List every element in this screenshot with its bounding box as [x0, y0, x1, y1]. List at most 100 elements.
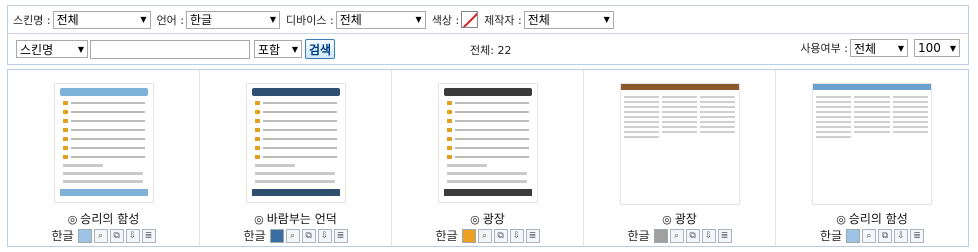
chevron-down-icon: ▼ — [415, 15, 422, 24]
author-label: 제작자 : — [484, 13, 522, 27]
magnifier-icon[interactable]: ⌕ — [862, 228, 877, 243]
filter-row: 스킨명 : 전체 ▼ 언어 : 한글 ▼ 디바이스 : 전체 ▼ 색상 : 제작… — [8, 6, 968, 34]
skin-name-label: 스킨명 : — [13, 13, 51, 27]
skin-language: 한글 — [51, 229, 74, 243]
magnifier-icon[interactable]: ⌕ — [669, 228, 684, 243]
magnifier-icon[interactable]: ⌕ — [285, 228, 300, 243]
download-icon[interactable]: ⇩ — [317, 228, 332, 243]
skin-name-row: ◎ 승리의 함성 — [776, 210, 968, 227]
skin-thumbnail[interactable] — [619, 83, 740, 205]
search-row: 스킨명 ▼ 포함 ▼ 검색 전체: 22 사용여부 : 전체 ▼ 100 ▼ — [8, 35, 968, 63]
color-label: 색상 : — [431, 13, 460, 27]
document-icon[interactable]: ≣ — [717, 228, 732, 243]
search-input[interactable] — [90, 39, 250, 59]
magnifier-icon[interactable]: ⌕ — [93, 228, 108, 243]
color-swatch — [269, 228, 284, 243]
skin-language: 한글 — [243, 229, 266, 243]
document-icon[interactable]: ≣ — [333, 228, 348, 243]
copy-icon[interactable]: ⧉ — [301, 228, 316, 243]
skin-thumbnail[interactable] — [812, 83, 932, 205]
total-count: 전체: 22 — [470, 44, 512, 57]
color-picker-button[interactable] — [461, 11, 479, 28]
copy-icon[interactable]: ⧉ — [878, 228, 893, 243]
skin-language: 한글 — [627, 229, 650, 243]
author-select[interactable]: 전체 ▼ — [523, 10, 614, 29]
chevron-down-icon: ▼ — [77, 44, 84, 54]
skin-controls: 한글 ⌕ ⧉ ⇩ ≣ — [776, 227, 968, 244]
search-field-select[interactable]: 스킨명 ▼ — [16, 40, 88, 58]
color-swatch — [461, 228, 476, 243]
search-field-select-value: 스킨명 — [20, 42, 54, 57]
usage-controls: 사용여부 : 전체 ▼ 100 ▼ — [800, 39, 960, 57]
skin-name: 광장 — [482, 212, 505, 226]
chevron-down-icon: ▼ — [949, 43, 956, 53]
download-icon[interactable]: ⇩ — [509, 228, 524, 243]
skin-card: ◎ 승리의 함성한글 ⌕ ⧉ ⇩ ≣ — [8, 70, 200, 246]
skin-name-row: ◎ 승리의 함성 — [8, 210, 199, 227]
skin-gallery: ◎ 승리의 함성 한글 ⌕ ⧉ ⇩ ≣ ◎ 바람부는 언덕 한글 ⌕ ⧉ ⇩ ≣ ◎ 광장 한글 ⌕ ⧉ ⇩ ≣ ◎ 광장 한… — [7, 69, 969, 247]
skin-name-select-value: 전체 — [56, 13, 79, 27]
chevron-down-icon: ▼ — [140, 15, 147, 24]
skin-controls: 한글 ⌕ ⧉ ⇩ ≣ — [392, 227, 583, 244]
skin-card: ◎ 광장한글 ⌕ ⧉ ⇩ ≣ — [392, 70, 584, 246]
skin-name-row: ◎ 바람부는 언덕 — [200, 210, 391, 227]
skin-card: ◎ 광장한글 ⌕ ⧉ ⇩ ≣ — [584, 70, 776, 246]
skin-thumbnail[interactable] — [53, 83, 154, 203]
document-icon[interactable]: ≣ — [141, 228, 156, 243]
language-label: 언어 : — [156, 13, 185, 27]
magnifier-icon[interactable]: ⌕ — [477, 228, 492, 243]
skin-controls: 한글 ⌕ ⧉ ⇩ ≣ — [584, 227, 775, 244]
match-mode-select[interactable]: 포함 ▼ — [254, 40, 302, 58]
skin-name-select[interactable]: 전체 ▼ — [52, 10, 151, 29]
chevron-down-icon: ▼ — [897, 43, 904, 53]
skin-name: 승리의 함성 — [80, 212, 140, 226]
download-icon[interactable]: ⇩ — [894, 228, 909, 243]
download-icon[interactable]: ⇩ — [125, 228, 140, 243]
match-mode-select-value: 포함 — [258, 42, 281, 57]
device-select[interactable]: 전체 ▼ — [335, 10, 426, 29]
page-size-select[interactable]: 100 ▼ — [914, 39, 960, 57]
color-swatch — [77, 228, 92, 243]
copy-icon[interactable]: ⧉ — [109, 228, 124, 243]
download-icon[interactable]: ⇩ — [701, 228, 716, 243]
skin-name: 광장 — [674, 212, 697, 226]
skin-controls: 한글 ⌕ ⧉ ⇩ ≣ — [200, 227, 391, 244]
author-select-value: 전체 — [527, 13, 550, 27]
radio-icon[interactable]: ◎ — [68, 213, 78, 226]
document-icon[interactable]: ≣ — [525, 228, 540, 243]
radio-icon[interactable]: ◎ — [470, 213, 480, 226]
skin-card: ◎ 승리의 함성한글 ⌕ ⧉ ⇩ ≣ — [776, 70, 968, 246]
skin-card-list: ◎ 승리의 함성 한글 ⌕ ⧉ ⇩ ≣ ◎ 바람부는 언덕 한글 ⌕ ⧉ ⇩ ≣ ◎ 광장 한글 ⌕ ⧉ ⇩ ≣ ◎ 광장 한… — [8, 70, 968, 246]
usage-select[interactable]: 전체 ▼ — [850, 39, 908, 57]
skin-card: ◎ 바람부는 언덕 한글 ⌕ ⧉ ⇩ ≣ — [200, 70, 392, 246]
skin-name: 승리의 함성 — [848, 212, 908, 226]
skin-name: 바람부는 언덕 — [266, 212, 337, 226]
copy-icon[interactable]: ⧉ — [493, 228, 508, 243]
device-label: 디바이스 : — [286, 13, 334, 27]
usage-label: 사용여부 : — [800, 42, 848, 55]
chevron-down-icon: ▼ — [603, 15, 610, 24]
skin-language: 한글 — [819, 229, 843, 243]
usage-select-value: 전체 — [854, 41, 877, 56]
filter-panel: 스킨명 : 전체 ▼ 언어 : 한글 ▼ 디바이스 : 전체 ▼ 색상 : 제작… — [7, 5, 969, 65]
skin-thumbnail[interactable] — [437, 83, 538, 203]
device-select-value: 전체 — [339, 13, 362, 27]
document-icon[interactable]: ≣ — [910, 228, 925, 243]
color-swatch — [653, 228, 668, 243]
skin-name-row: ◎ 광장 — [392, 210, 583, 227]
skin-thumbnail[interactable] — [245, 83, 346, 203]
search-button[interactable]: 검색 — [305, 39, 336, 59]
radio-icon[interactable]: ◎ — [836, 213, 846, 226]
skin-controls: 한글 ⌕ ⧉ ⇩ ≣ — [8, 227, 199, 244]
skin-name-row: ◎ 광장 — [584, 210, 775, 227]
language-select-value: 한글 — [190, 13, 213, 27]
chevron-down-icon: ▼ — [291, 44, 298, 54]
language-select[interactable]: 한글 ▼ — [186, 10, 281, 29]
color-swatch — [846, 228, 861, 243]
radio-icon[interactable]: ◎ — [254, 213, 264, 226]
radio-icon[interactable]: ◎ — [662, 213, 672, 226]
skin-language: 한글 — [435, 229, 458, 243]
page-size-select-value: 100 — [918, 41, 941, 55]
chevron-down-icon: ▼ — [269, 15, 277, 24]
copy-icon[interactable]: ⧉ — [685, 228, 700, 243]
